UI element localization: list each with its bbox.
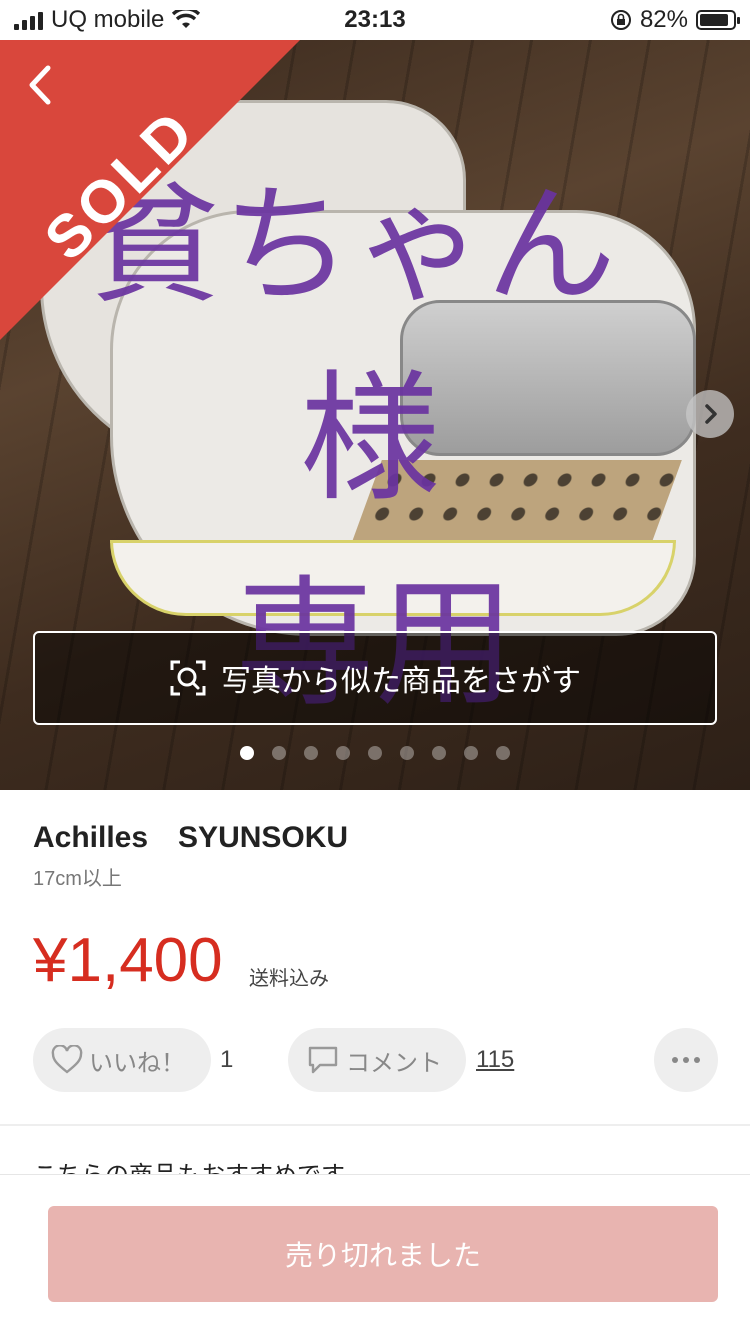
product-price: ¥1,400 (33, 926, 223, 995)
more-options-button[interactable] (654, 1028, 718, 1092)
battery-icon (696, 10, 740, 30)
more-dots-icon (683, 1057, 689, 1063)
status-bar: UQ mobile 23:13 82% (0, 0, 750, 40)
search-similar-label: 写真から似た商品をさがす (221, 665, 581, 698)
comment-button[interactable]: コメント (288, 1028, 466, 1092)
chevron-left-icon (29, 65, 51, 105)
section-divider (0, 1124, 750, 1126)
carousel-dot[interactable] (432, 746, 446, 760)
carousel-dot[interactable] (304, 746, 318, 760)
heart-icon (51, 1045, 83, 1074)
product-image-carousel[interactable]: 貧ちゃん 様 専用 SOLD 写真から似た商品をさがす (0, 40, 750, 790)
battery-percent: 82% (639, 6, 688, 33)
like-count: 1 (220, 1046, 234, 1073)
product-photo-strap (400, 300, 696, 456)
product-title: Achilles SYUNSOKU (33, 821, 349, 854)
status-right: 82% (610, 6, 740, 34)
more-dots-icon (694, 1057, 700, 1063)
shipping-label: 送料込み (249, 968, 329, 990)
next-image-button[interactable] (686, 390, 734, 438)
comment-icon (308, 1046, 338, 1074)
more-dots-icon (672, 1057, 678, 1063)
like-label: いいね！ (89, 1049, 185, 1077)
comment-count-link[interactable]: 115 (476, 1046, 514, 1074)
carousel-dot[interactable] (336, 746, 350, 760)
back-button[interactable] (20, 60, 60, 110)
carousel-dot[interactable] (368, 746, 382, 760)
like-button[interactable]: いいね！ (33, 1028, 211, 1092)
photo-overlay-text: 様 (300, 358, 441, 521)
image-search-icon (170, 660, 206, 696)
search-similar-button[interactable]: 写真から似た商品をさがす (33, 631, 717, 725)
orientation-lock-icon (610, 10, 631, 30)
sold-out-button: 売り切れました (48, 1206, 718, 1302)
carousel-dot[interactable] (272, 746, 286, 760)
comment-label: コメント (346, 1049, 442, 1077)
carousel-dot[interactable] (496, 746, 510, 760)
carousel-dot[interactable] (400, 746, 414, 760)
sold-out-label: 売り切れました (284, 1240, 481, 1271)
carousel-dot[interactable] (464, 746, 478, 760)
carousel-indicator (0, 746, 750, 760)
carousel-dot[interactable] (240, 746, 254, 760)
product-size: 17cm以上 (33, 868, 122, 890)
chevron-right-icon (705, 404, 717, 424)
